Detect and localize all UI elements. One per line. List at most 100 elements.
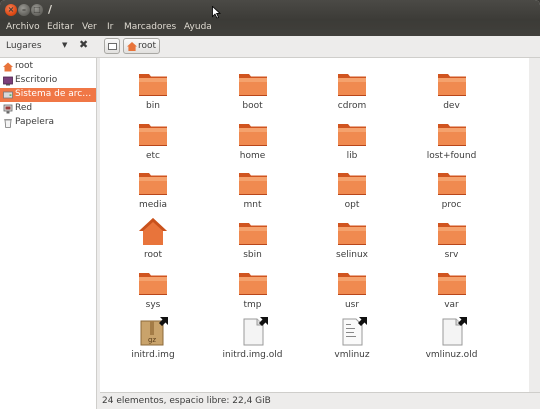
file-item-label: sys: [145, 299, 161, 310]
breadcrumb-root[interactable]: root: [123, 38, 160, 54]
file-item[interactable]: gz initrd.img: [105, 316, 201, 365]
folder-icon: [238, 217, 268, 247]
file-item[interactable]: tmp: [205, 267, 301, 315]
file-item-label: etc: [145, 150, 160, 161]
file-item-label: usr: [344, 299, 360, 310]
file-item[interactable]: srv: [404, 217, 500, 265]
sidebar-item-escritorio[interactable]: Escritorio: [0, 74, 96, 88]
folder-icon: [437, 118, 467, 148]
close-icon: ×: [7, 5, 15, 14]
folder-icon: [138, 267, 168, 297]
breadcrumb-label: root: [138, 41, 157, 51]
close-window-button[interactable]: ×: [5, 4, 17, 16]
file-item[interactable]: lib: [304, 118, 400, 166]
file-item[interactable]: etc: [105, 118, 201, 166]
file-item[interactable]: root: [105, 217, 201, 265]
title-bar[interactable]: × – □ /: [0, 0, 540, 20]
network-icon: [3, 104, 13, 114]
file-item[interactable]: var: [404, 267, 500, 315]
file-item[interactable]: boot: [205, 68, 301, 116]
sidebar-item-papelera[interactable]: Papelera: [0, 116, 96, 130]
menu-ir[interactable]: Ir: [107, 22, 113, 32]
file-item[interactable]: proc: [404, 167, 500, 215]
file-item[interactable]: dev: [404, 68, 500, 116]
file-item[interactable]: initrd.img.old: [205, 316, 301, 365]
file-item-label: initrd.img: [131, 349, 175, 360]
file-item[interactable]: vmlinuz: [304, 316, 400, 365]
file-item[interactable]: usr: [304, 267, 400, 315]
vertical-scrollbar[interactable]: [529, 58, 540, 392]
sidebar-item-label: Papelera: [15, 117, 55, 127]
folder-icon: [238, 267, 268, 297]
sidebar-item-label: Escritorio: [15, 75, 58, 85]
toggle-location-entry-button[interactable]: [104, 38, 120, 54]
folder-icon: [337, 167, 367, 197]
file-item[interactable]: lost+found: [404, 118, 500, 166]
maximize-window-button[interactable]: □: [31, 4, 43, 16]
folder-icon: [238, 167, 268, 197]
file-manager-window: × – □ / Archivo Editar Ver Ir Marcadores…: [0, 0, 540, 409]
menu-editar[interactable]: Editar: [47, 22, 74, 32]
sidebar-item-label: root: [15, 61, 34, 71]
folder-icon: [238, 68, 268, 98]
file-item[interactable]: sys: [105, 267, 201, 315]
file-item-label: vmlinuz.old: [425, 349, 478, 360]
file-item-label: srv: [444, 250, 459, 261]
location-toolbar: Lugares ▼ ✖ root: [0, 36, 540, 58]
menu-ayuda[interactable]: Ayuda: [184, 22, 212, 32]
file-item[interactable]: selinux: [304, 217, 400, 265]
menu-marcadores[interactable]: Marcadores: [124, 22, 176, 32]
sidebar-item-filesystem[interactable]: Sistema de arc…: [0, 88, 96, 102]
filesystem-icon: [3, 91, 13, 99]
places-selector[interactable]: Lugares: [6, 41, 42, 51]
minimize-window-button[interactable]: –: [18, 4, 30, 16]
mouse-pointer-icon: [212, 6, 221, 19]
status-text: 24 elementos, espacio libre: 22,4 GiB: [102, 396, 271, 406]
trash-icon: [4, 119, 12, 128]
folder-icon: [337, 118, 367, 148]
menu-ver[interactable]: Ver: [82, 22, 97, 32]
window-title: /: [48, 3, 53, 16]
folder-icon: [437, 68, 467, 98]
file-item-label: root: [143, 250, 163, 261]
folder-icon: [437, 167, 467, 197]
file-item[interactable]: home: [205, 118, 301, 166]
close-sidebar-icon[interactable]: ✖: [79, 38, 88, 51]
file-item[interactable]: opt: [304, 167, 400, 215]
file-item-label: vmlinuz: [334, 349, 370, 360]
file-item[interactable]: cdrom: [304, 68, 400, 116]
file-item[interactable]: media: [105, 167, 201, 215]
text-entry-icon: [108, 43, 117, 50]
archive-file-icon: gz: [138, 316, 168, 347]
maximize-icon: □: [33, 5, 41, 14]
file-item[interactable]: bin: [105, 68, 201, 116]
file-item-label: lost+found: [426, 150, 477, 161]
chevron-down-icon[interactable]: ▼: [62, 41, 67, 49]
folder-icon: [337, 217, 367, 247]
folder-icon: [337, 267, 367, 297]
text-file-icon: [337, 316, 367, 347]
minimize-icon: –: [22, 5, 26, 14]
sidebar-item-label: Red: [15, 103, 33, 113]
file-item-label: tmp: [243, 299, 262, 310]
sidebar-item-root[interactable]: root: [0, 60, 96, 74]
file-item[interactable]: sbin: [205, 217, 301, 265]
binary-file-icon: [238, 316, 268, 347]
file-item-label: proc: [441, 200, 462, 211]
file-item-label: dev: [443, 101, 460, 111]
file-item-label: media: [138, 200, 168, 211]
menu-archivo[interactable]: Archivo: [6, 22, 40, 32]
sidebar-item-red[interactable]: Red: [0, 102, 96, 116]
file-icon-view: bin boot cdrom dev etc home lib lost+found media…: [100, 58, 538, 392]
file-item-label: lib: [346, 150, 358, 161]
file-item[interactable]: vmlinuz.old: [404, 316, 500, 365]
desktop-icon: [3, 76, 13, 86]
folder-icon: [337, 68, 367, 98]
folder-icon: [138, 118, 168, 148]
file-item-label: cdrom: [337, 101, 367, 111]
file-item[interactable]: mnt: [205, 167, 301, 215]
folder-icon: [437, 217, 467, 247]
home-icon: [127, 42, 137, 51]
sidebar-item-label: Sistema de arc…: [15, 89, 92, 99]
folder-icon: [138, 68, 168, 98]
